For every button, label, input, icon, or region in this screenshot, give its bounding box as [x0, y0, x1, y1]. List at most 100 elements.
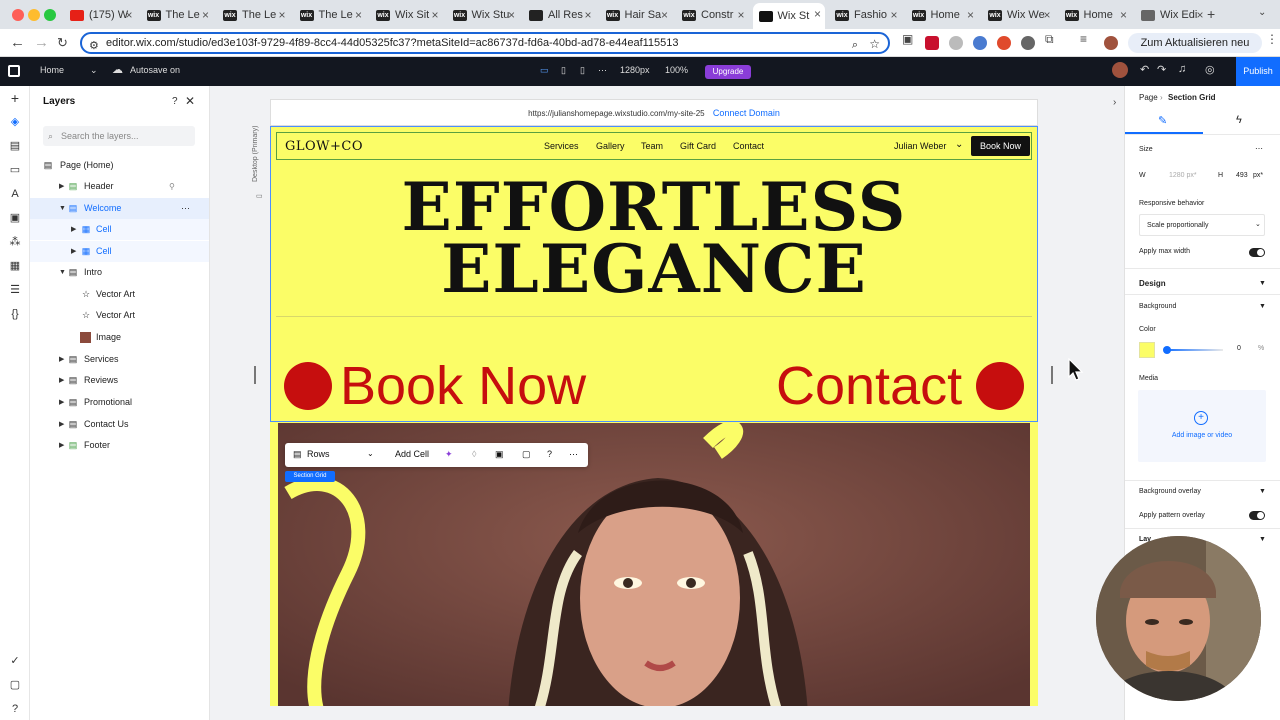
layer-cell[interactable]: ▶ ▦ Cell [30, 241, 209, 262]
cms-icon[interactable]: ☰ [8, 283, 22, 297]
chevron-right-icon[interactable]: ▶ [59, 392, 64, 413]
help-icon[interactable]: ? [547, 449, 552, 459]
user-avatar[interactable] [1112, 62, 1128, 78]
browser-tab[interactable]: wix Wix We × [982, 4, 1055, 26]
layer-vector-art[interactable]: ☆ Vector Art [30, 305, 209, 326]
screenshot-icon[interactable]: ▣ [902, 32, 913, 46]
layer-welcome[interactable]: ▼ ▤ Welcome ⋯ [30, 198, 209, 219]
more-options-icon[interactable]: ⋯ [569, 449, 578, 460]
resize-handle-right[interactable] [1051, 366, 1053, 384]
chevron-right-icon[interactable]: ▶ [59, 435, 64, 456]
section-grid-tag[interactable]: Section Grid [285, 471, 335, 482]
mobile-breakpoint-icon[interactable]: ▯ [580, 65, 585, 76]
minimize-window-icon[interactable] [28, 9, 40, 21]
grid-icon[interactable]: ▦ [8, 259, 22, 273]
design-icon[interactable]: A [8, 187, 22, 201]
close-tab-icon[interactable]: × [1120, 8, 1127, 22]
back-icon[interactable]: ← [10, 35, 25, 51]
chevron-right-icon[interactable]: ▶ [59, 349, 64, 370]
site-info-icon[interactable]: ⚙ [89, 37, 99, 55]
more-options-icon[interactable]: ⋯ [181, 198, 190, 219]
layer-promotional[interactable]: ▶ ▤ Promotional [30, 392, 209, 413]
extension-icon[interactable] [1021, 36, 1035, 50]
layer-services[interactable]: ▶ ▤ Services [30, 349, 209, 370]
tab-search-icon[interactable]: ⌄ [1258, 7, 1266, 18]
close-tab-icon[interactable]: × [1196, 8, 1203, 22]
close-window-icon[interactable] [12, 9, 24, 21]
more-options-icon[interactable]: ⋯ [1255, 144, 1263, 153]
help-icon[interactable]: ? [8, 702, 22, 716]
max-width-toggle[interactable] [1249, 248, 1265, 257]
help-icon[interactable]: ? [172, 96, 178, 107]
site-preview[interactable]: GLOW+CO Services Gallery Team Gift Card … [270, 126, 1038, 706]
pattern-overlay-toggle[interactable] [1249, 511, 1265, 520]
upgrade-button[interactable]: Upgrade [705, 65, 751, 79]
resize-handle-left[interactable] [254, 366, 256, 384]
interactions-tab-icon[interactable]: ϟ [1236, 114, 1242, 126]
browser-tab[interactable]: Wix Edi × [1135, 4, 1208, 26]
new-tab-icon[interactable]: + [1207, 6, 1215, 22]
chevron-down-icon[interactable]: ▼ [1259, 488, 1266, 495]
browser-tab[interactable]: wix The Le × [294, 4, 367, 26]
publish-button[interactable]: Publish [1236, 57, 1280, 86]
close-tab-icon[interactable]: × [355, 8, 362, 22]
layer-page-home[interactable]: ▤ Page (Home) [30, 155, 209, 176]
breakpoint-width[interactable]: 1280px [620, 65, 650, 75]
browser-tab[interactable]: wix Wix Sit × [370, 4, 443, 26]
chevron-down-icon[interactable]: ▼ [1259, 303, 1266, 310]
reading-list-icon[interactable]: ≡ [1080, 32, 1087, 46]
width-field[interactable]: 1280 px* [1169, 172, 1197, 179]
height-unit[interactable]: px* [1253, 172, 1263, 179]
forward-icon[interactable]: → [34, 35, 49, 51]
notifications-icon[interactable]: ♫ [1178, 63, 1186, 75]
browser-tab[interactable]: wix Wix Stu × [447, 4, 520, 26]
browser-tab[interactable]: wix Home × [906, 4, 979, 26]
chevron-down-icon[interactable]: ⌄ [367, 449, 374, 458]
close-tab-icon[interactable]: × [202, 8, 209, 22]
layer-vector-art[interactable]: ☆ Vector Art [30, 284, 209, 305]
add-media-box[interactable]: + Add image or video [1138, 390, 1266, 462]
layer-intro[interactable]: ▼ ▤ Intro [30, 262, 209, 283]
layer-footer[interactable]: ▶ ▤ Footer [30, 435, 209, 456]
layers-icon[interactable]: ◈ [8, 115, 22, 129]
layer-contact-us[interactable]: ▶ ▤ Contact Us [30, 414, 209, 435]
browser-tab[interactable]: wix Constr × [676, 4, 749, 26]
animation-icon[interactable]: ◊ [472, 449, 476, 459]
code-icon[interactable]: {} [8, 307, 22, 321]
layer-cell[interactable]: ▶ ▦ Cell [30, 219, 209, 240]
chevron-right-icon[interactable]: ▶ [71, 219, 76, 240]
extension-icon[interactable] [997, 36, 1011, 50]
chevron-right-icon[interactable]: ▶ [59, 414, 64, 435]
close-tab-icon[interactable]: × [967, 8, 974, 22]
browser-tab[interactable]: wix The Le × [141, 4, 214, 26]
browser-tab[interactable]: wix Fashio × [829, 4, 902, 26]
layer-image[interactable]: Image [30, 327, 209, 348]
browser-tab[interactable]: (175) W × [64, 4, 137, 26]
slider-knob[interactable] [1163, 346, 1171, 354]
wix-studio-logo-icon[interactable] [8, 65, 20, 77]
more-breakpoints-icon[interactable]: ⋯ [598, 65, 607, 76]
close-tab-icon[interactable]: × [814, 7, 821, 21]
bookmark-star-icon[interactable]: ☆ [869, 35, 880, 53]
browser-tab[interactable]: Wix St × [752, 3, 825, 29]
close-tab-icon[interactable]: × [1043, 8, 1050, 22]
close-tab-icon[interactable]: × [584, 8, 591, 22]
profile-avatar[interactable] [1104, 36, 1118, 50]
zoom-icon[interactable]: ⌕ [852, 36, 858, 54]
layer-reviews[interactable]: ▶ ▤ Reviews [30, 370, 209, 391]
sections-icon[interactable]: ▭ [8, 163, 22, 177]
address-bar[interactable]: ⚙ editor.wix.com/studio/ed3e103f-9729-4f… [80, 32, 890, 54]
close-tab-icon[interactable]: × [431, 8, 438, 22]
reload-icon[interactable]: ↻ [57, 35, 68, 51]
layers-search-input[interactable]: ⌕ Search the layers... [43, 126, 195, 146]
undo-icon[interactable]: ↶ [1140, 63, 1149, 76]
opacity-value[interactable]: 0 [1237, 345, 1241, 352]
ai-sparkle-icon[interactable]: ✦ [445, 449, 453, 460]
chevron-right-icon[interactable]: ▶ [59, 370, 64, 391]
close-tab-icon[interactable]: × [508, 8, 515, 22]
puzzle-extensions-icon[interactable]: ⧉ [1045, 32, 1054, 47]
chevron-down-icon[interactable]: ▼ [1259, 280, 1266, 287]
design-tab-icon[interactable]: ✎ [1158, 114, 1167, 127]
pin-icon[interactable]: ⚲ [169, 176, 175, 197]
check-icon[interactable]: ✓ [8, 654, 22, 668]
